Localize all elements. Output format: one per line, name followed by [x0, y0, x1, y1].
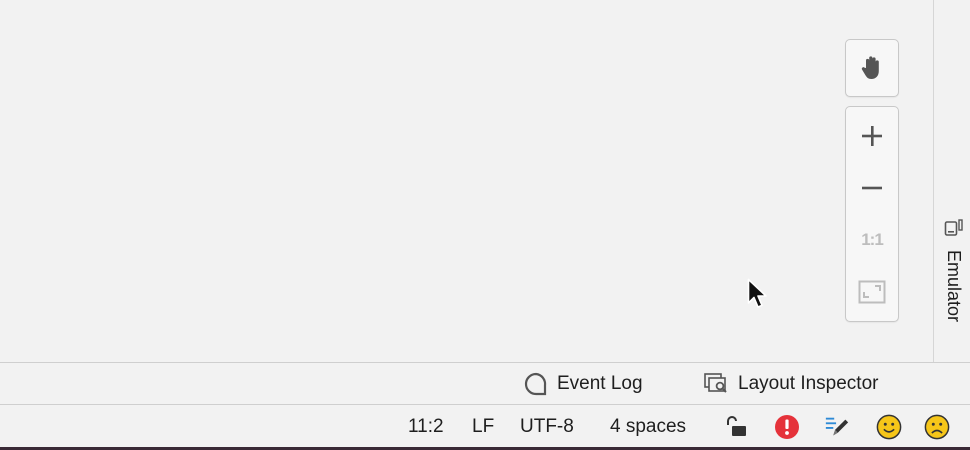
speech-bubble-icon	[524, 372, 547, 396]
file-encoding[interactable]: UTF-8	[520, 405, 574, 448]
pan-toolbar	[845, 39, 899, 97]
fit-screen-button[interactable]	[846, 268, 898, 316]
hand-icon	[861, 56, 879, 79]
layout-inspector-label: Layout Inspector	[738, 373, 879, 394]
emulator-tab[interactable]: Emulator	[934, 212, 970, 352]
design-canvas[interactable]	[0, 0, 933, 362]
device-icon	[944, 219, 963, 236]
smile-icon[interactable]	[876, 414, 902, 440]
line-separator[interactable]: LF	[472, 405, 494, 448]
actual-size-button[interactable]: 1:1	[846, 216, 898, 264]
actual-size-label: 1:1	[861, 230, 884, 249]
event-log-label: Event Log	[557, 373, 643, 394]
indent-setting[interactable]: 4 spaces	[610, 405, 686, 448]
layout-inspector-icon	[704, 373, 727, 393]
error-icon[interactable]	[774, 414, 800, 440]
caret-position[interactable]: 11:2	[408, 405, 444, 448]
fit-screen-icon	[858, 280, 886, 304]
status-bar: 11:2 LF UTF-8 4 spaces	[0, 404, 970, 448]
emulator-label: Emulator	[944, 250, 964, 323]
zoom-toolbar: 1:1	[845, 106, 899, 322]
minus-icon	[862, 186, 882, 190]
event-log-tab[interactable]: Event Log	[523, 363, 643, 405]
right-tool-window-bar: Emulator	[933, 0, 970, 362]
zoom-out-button[interactable]	[846, 164, 898, 212]
plus-icon	[862, 126, 882, 146]
lock-open-icon[interactable]	[723, 414, 749, 440]
layout-inspector-tab[interactable]: Layout Inspector	[704, 363, 878, 405]
zoom-in-button[interactable]	[846, 112, 898, 160]
pan-button[interactable]	[846, 44, 898, 92]
frown-icon[interactable]	[924, 414, 950, 440]
bottom-tool-window-bar: Event Log Layout Inspector	[0, 362, 970, 404]
highlighting-icon[interactable]	[824, 414, 850, 440]
mouse-cursor-icon	[747, 278, 767, 308]
